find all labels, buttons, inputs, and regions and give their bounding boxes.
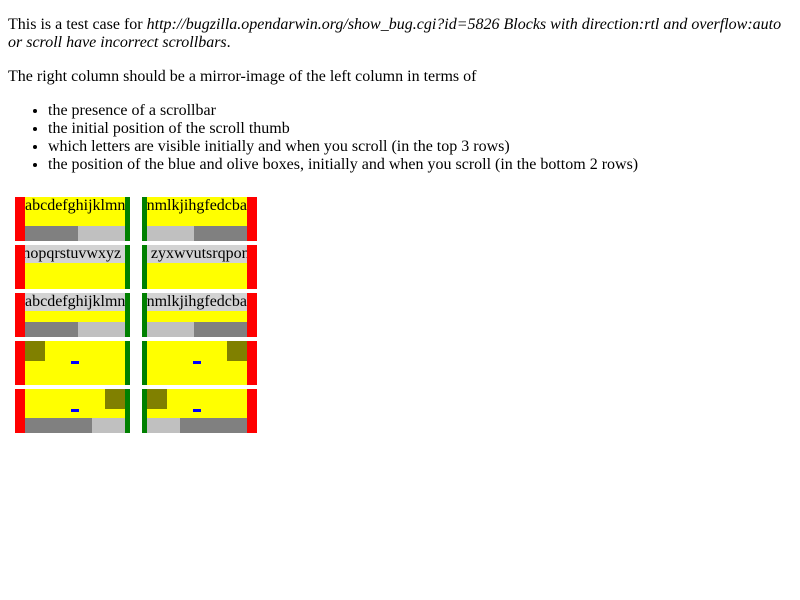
scroll-text: abcdefghijklmnopqrstuvwxyz [25, 293, 125, 311]
list-item: the position of the blue and olive boxes… [48, 156, 638, 174]
red-border [15, 293, 25, 337]
scroll-text: zyxwvutsrqponmlkjihgfedcba [147, 245, 247, 263]
scroll-thumb[interactable] [194, 226, 247, 241]
list-item: which letters are visible initially and … [48, 138, 638, 156]
scroll-thumb[interactable] [25, 226, 78, 241]
alphabet-text: abcdefghijklmnopqrstuvwxyz [25, 293, 125, 310]
red-border [247, 389, 257, 433]
olive-box [227, 341, 247, 361]
list-item: the initial position of the scroll thumb [48, 120, 638, 138]
scroll-text: abcdefghijklmnopqrstuvwxyz [25, 197, 125, 215]
intro-prefix: This is a test case for [8, 16, 147, 33]
green-border [125, 245, 130, 289]
scroll-text: zyxwvutsrqponmlkjihgfedcba [147, 197, 247, 215]
criteria-list: the presence of a scrollbar the initial … [8, 102, 638, 174]
blue-box [71, 409, 79, 412]
red-border [247, 341, 257, 385]
olive-box [105, 389, 125, 409]
intro-paragraph: This is a test case for http://bugzilla.… [8, 16, 793, 52]
scroll-thumb[interactable] [25, 322, 78, 337]
red-border [247, 245, 257, 289]
scroll-text: abcdefghijklmnopqrstuvwxyz [25, 245, 125, 263]
scroll-text: zyxwvutsrqponmlkjihgfedcba [147, 293, 247, 311]
red-border [247, 197, 257, 241]
list-item: the presence of a scrollbar [48, 102, 638, 120]
green-border [125, 197, 130, 241]
scroll-thumb[interactable] [180, 418, 247, 433]
alphabet-text: zyxwvutsrqponmlkjihgfedcba [147, 293, 247, 310]
alphabet-text: zyxwvutsrqponmlkjihgfedcba [150, 245, 247, 262]
red-border [15, 197, 25, 241]
blue-box [193, 409, 201, 412]
green-border [125, 341, 130, 385]
olive-box [25, 341, 45, 361]
rtl-scroll-box[interactable]: zyxwvutsrqponmlkjihgfedcba [147, 245, 247, 289]
green-border [125, 389, 130, 433]
blue-box [71, 361, 79, 364]
olive-box [147, 389, 167, 409]
scroll-thumb[interactable] [194, 322, 247, 337]
description: The right column should be a mirror-imag… [8, 68, 477, 85]
green-border [125, 293, 130, 337]
alphabet-text: abcdefghijklmnopqrstuvwxyz [25, 197, 125, 214]
alphabet-text: zyxwvutsrqponmlkjihgfedcba [147, 197, 247, 214]
red-border [15, 341, 25, 385]
blue-box [193, 361, 201, 364]
red-border [15, 389, 25, 433]
scroll-thumb[interactable] [25, 418, 92, 433]
red-border [15, 245, 25, 289]
red-border [247, 293, 257, 337]
ltr-scroll-box[interactable]: abcdefghijklmnopqrstuvwxyz [25, 245, 125, 289]
alphabet-text: abcdefghijklmnopqrstuvwxyz [25, 245, 122, 262]
intro-suffix: . [226, 34, 231, 51]
